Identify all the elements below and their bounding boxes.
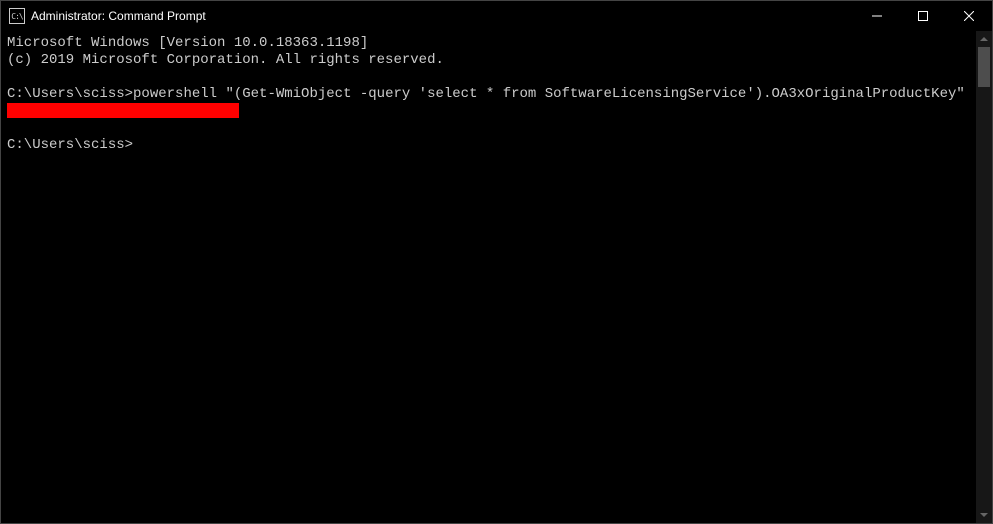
command-text-1: powershell "(Get-WmiObject -query 'selec… xyxy=(133,86,965,102)
close-icon xyxy=(964,11,974,21)
output-redacted-line xyxy=(7,103,970,120)
chevron-down-icon xyxy=(980,513,988,517)
minimize-icon xyxy=(872,11,882,21)
blank-line xyxy=(7,120,970,137)
window-controls xyxy=(854,1,992,31)
scroll-down-button[interactable] xyxy=(976,507,992,523)
version-line: Microsoft Windows [Version 10.0.18363.11… xyxy=(7,35,970,52)
scroll-up-button[interactable] xyxy=(976,31,992,47)
vertical-scrollbar[interactable] xyxy=(976,31,992,523)
command-prompt-window: C:\ Administrator: Command Prompt Micros… xyxy=(0,0,993,524)
window-title: Administrator: Command Prompt xyxy=(31,9,206,23)
prompt-path-2: C:\Users\sciss> xyxy=(7,137,133,153)
maximize-icon xyxy=(918,11,928,21)
minimize-button[interactable] xyxy=(854,1,900,31)
chevron-up-icon xyxy=(980,37,988,41)
maximize-button[interactable] xyxy=(900,1,946,31)
command-line-1: C:\Users\sciss>powershell "(Get-WmiObjec… xyxy=(7,86,970,103)
cmd-icon: C:\ xyxy=(9,8,25,24)
copyright-line: (c) 2019 Microsoft Corporation. All righ… xyxy=(7,52,970,69)
redaction-bar xyxy=(7,103,239,118)
scroll-thumb[interactable] xyxy=(978,47,990,87)
content-area: Microsoft Windows [Version 10.0.18363.11… xyxy=(1,31,992,523)
titlebar[interactable]: C:\ Administrator: Command Prompt xyxy=(1,1,992,31)
prompt-path-1: C:\Users\sciss> xyxy=(7,86,133,102)
command-line-2: C:\Users\sciss> xyxy=(7,137,970,154)
close-button[interactable] xyxy=(946,1,992,31)
blank-line xyxy=(7,69,970,86)
terminal-output[interactable]: Microsoft Windows [Version 10.0.18363.11… xyxy=(1,31,976,523)
